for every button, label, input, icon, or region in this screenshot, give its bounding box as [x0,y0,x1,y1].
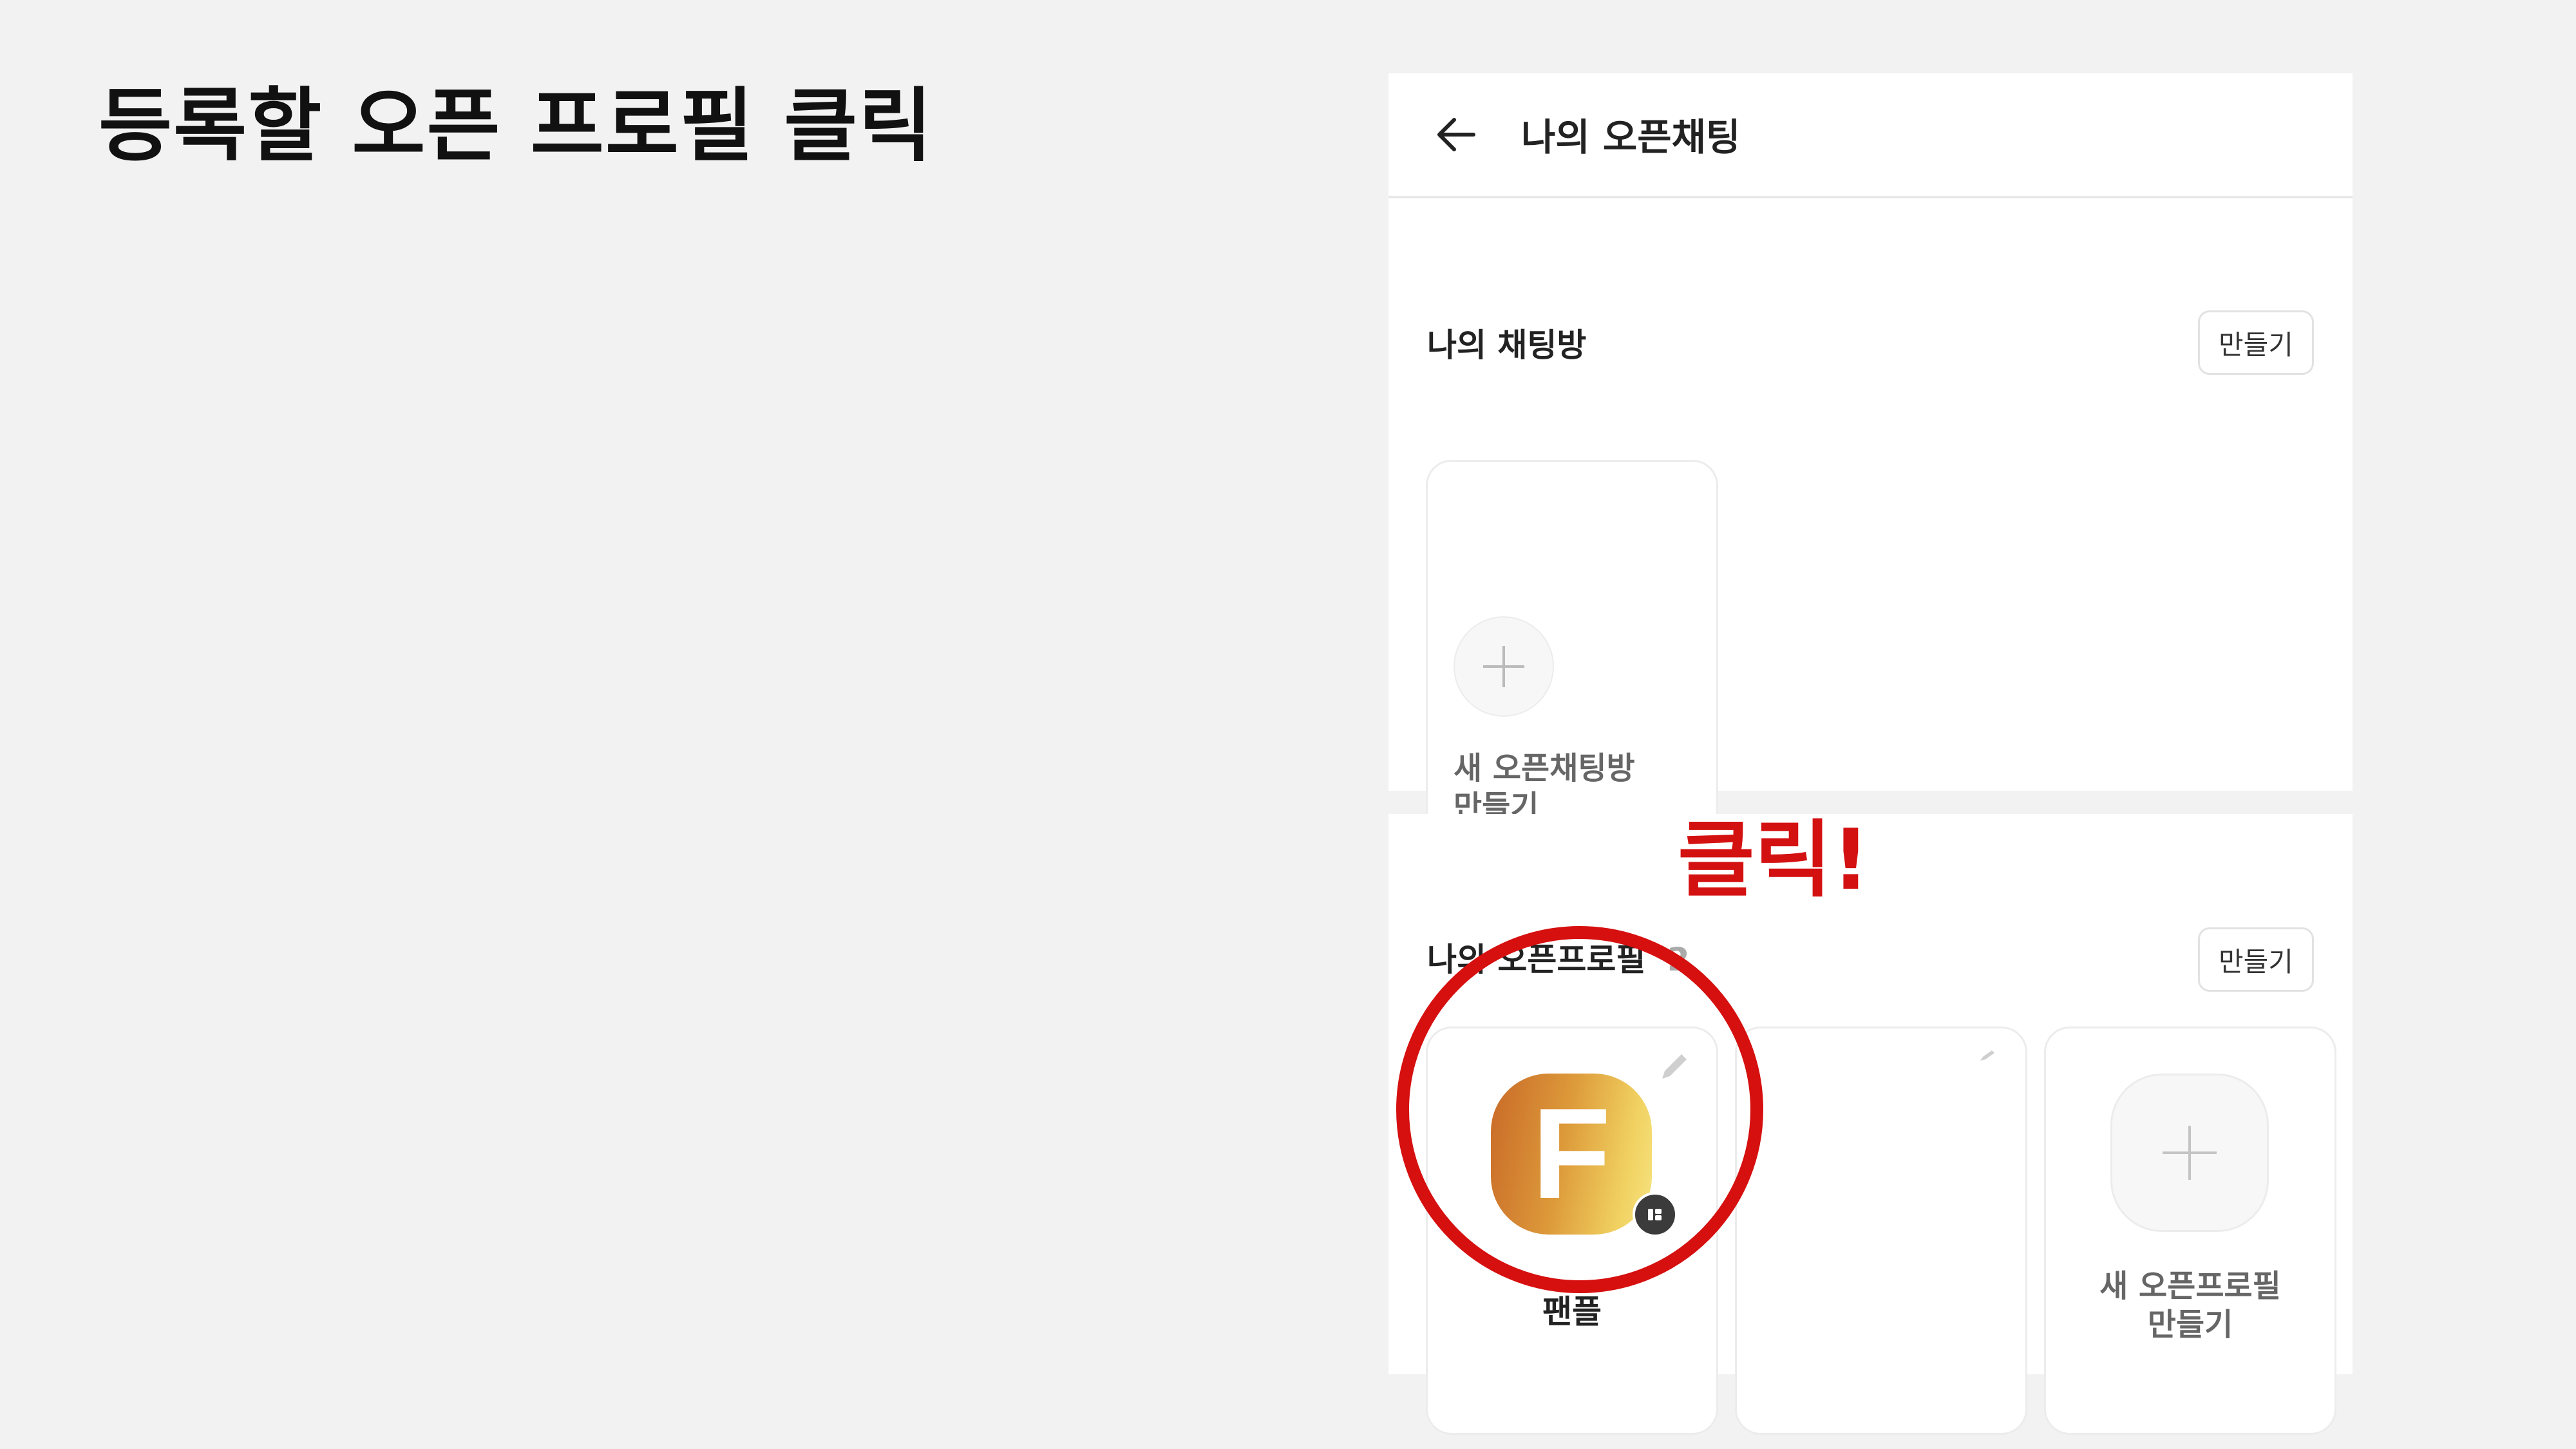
plus-icon [2110,1074,2269,1232]
make-chatroom-button[interactable]: 만들기 [2198,310,2314,375]
click-annotation: 클릭! [1678,811,1870,909]
my-chatrooms-section: 나의 채팅방 만들기 새 오픈채팅방 만들기 [1388,198,2353,868]
plus-icon [1454,616,1554,717]
new-profile-label-2: 만들기 [2147,1307,2233,1343]
page-title: 나의 오픈채팅 [1521,115,1741,159]
arrow-left-icon[interactable] [1434,112,1479,157]
new-chatroom-label: 새 오픈채팅방 [1454,750,1635,786]
profile-card-blank[interactable] [1735,1027,2027,1435]
pencil-icon[interactable] [1978,1048,1997,1063]
profile-name: 팬플 [1542,1293,1602,1331]
highlight-circle [1396,926,1763,1293]
app-header: 나의 오픈채팅 [1388,73,2353,198]
new-profile-label: 새 오픈프로필 [2099,1268,2281,1304]
chatrooms-section-title: 나의 채팅방 [1427,327,1587,364]
make-profile-button[interactable]: 만들기 [2198,927,2314,992]
new-profile-card[interactable]: 새 오픈프로필 만들기 [2044,1027,2336,1435]
slide-title: 등록할 오픈 프로필 클릭 [99,80,934,173]
new-chatroom-card[interactable]: 새 오픈채팅방 만들기 [1426,460,1718,868]
